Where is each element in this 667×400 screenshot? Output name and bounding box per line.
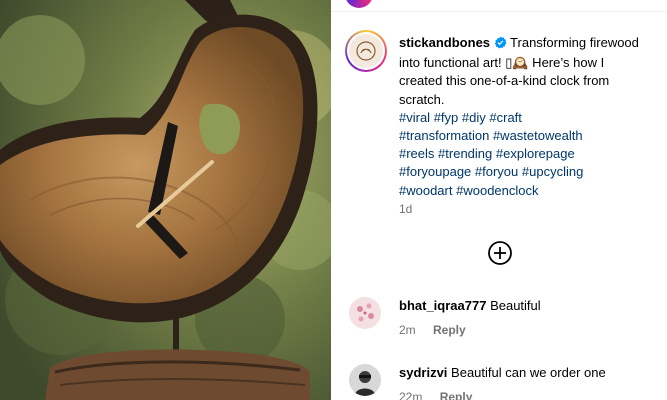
comment-text-block: sydrizvi Beautiful can we order one (399, 364, 659, 381)
comment-meta: 2m Reply (399, 323, 466, 337)
comment-meta: 22m Reply (399, 390, 472, 400)
hashtag[interactable]: #foryou (475, 164, 518, 179)
caption-text-block: stickandbones Transforming firewood into… (399, 34, 649, 200)
hashtag[interactable]: #trending (438, 146, 492, 161)
hashtag[interactable]: #transformation (399, 128, 489, 143)
comment-timestamp[interactable]: 2m (399, 323, 416, 337)
reply-button[interactable]: Reply (433, 323, 466, 337)
comment-text-block: bhat_iqraa777 Beautiful (399, 297, 659, 314)
hashtag[interactable]: #explorepage (496, 146, 575, 161)
hashtag[interactable]: #upcycling (522, 164, 583, 179)
hashtag[interactable]: #fyp (434, 110, 459, 125)
author-username[interactable]: stickandbones (399, 35, 490, 50)
author-avatar[interactable] (345, 30, 387, 72)
comment-timestamp[interactable]: 22m (399, 390, 422, 400)
wooden-clock-photo (0, 0, 331, 400)
commenter-avatar[interactable] (349, 364, 381, 396)
hashtag[interactable]: #woodart (399, 183, 452, 198)
post-media[interactable] (0, 0, 331, 400)
commenter-avatar[interactable] (349, 297, 381, 329)
comment-text: Beautiful can we order one (451, 365, 606, 380)
logo-icon (356, 41, 376, 61)
hashtag[interactable]: #reels (399, 146, 434, 161)
verified-badge-icon (494, 36, 507, 54)
comment-text: Beautiful (490, 298, 541, 313)
plus-circle-icon (488, 241, 512, 265)
hashtag[interactable]: #foryoupage (399, 164, 471, 179)
comment-username[interactable]: bhat_iqraa777 (399, 298, 486, 313)
hashtag[interactable]: #viral (399, 110, 430, 125)
hashtag[interactable]: #woodenclock (456, 183, 538, 198)
hashtag[interactable]: #wastetowealth (493, 128, 583, 143)
comment-username[interactable]: sydrizvi (399, 365, 447, 380)
load-more-comments-button[interactable] (487, 240, 513, 266)
reply-button[interactable]: Reply (440, 390, 473, 400)
header-avatar[interactable] (345, 0, 373, 8)
post-sidebar: stickandbones Transforming firewood into… (331, 0, 667, 400)
header-divider (331, 0, 667, 12)
post-timestamp[interactable]: 1d (399, 202, 412, 216)
hashtag[interactable]: #craft (489, 110, 522, 125)
hashtag[interactable]: #diy (462, 110, 486, 125)
